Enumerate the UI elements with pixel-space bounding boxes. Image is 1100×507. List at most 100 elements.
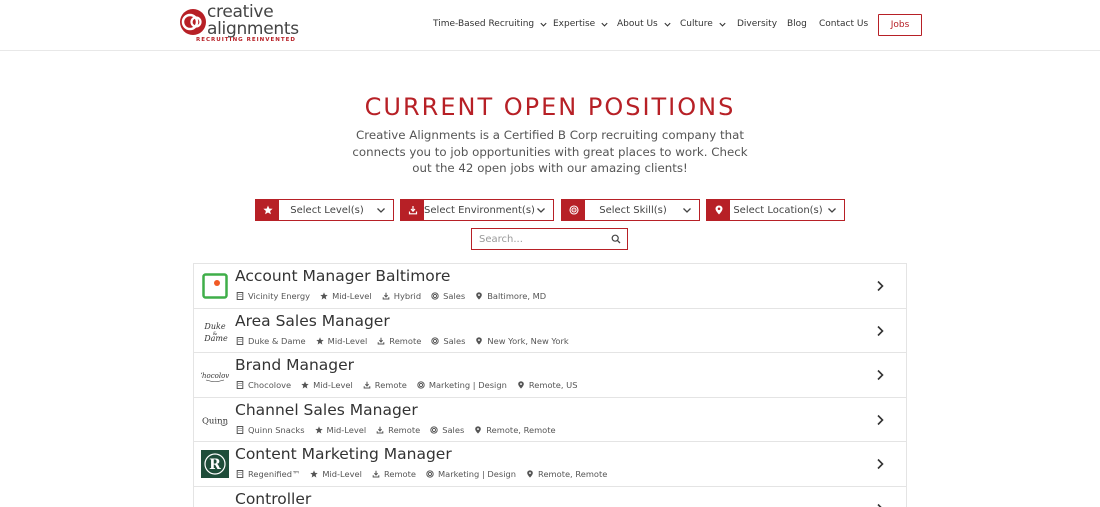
- level-filter-select[interactable]: Select Level(s): [255, 199, 394, 221]
- nav-label: Blog: [787, 19, 807, 29]
- job-location: Remote, Remote: [526, 469, 607, 479]
- vicinity-logo: [201, 272, 229, 300]
- chevron-right-icon[interactable]: [874, 457, 886, 471]
- pin-icon: [518, 381, 524, 389]
- chevron-down-icon: [540, 22, 547, 27]
- star-icon: [301, 381, 309, 389]
- job-meta: Regenified™ Mid-Level Remote Marketing |…: [236, 469, 617, 479]
- job-level: Mid-Level: [301, 380, 353, 390]
- job-level: Mid-Level: [315, 335, 368, 346]
- download-icon: [401, 200, 424, 220]
- job-title[interactable]: Channel Sales Manager: [235, 401, 418, 419]
- building-icon: [236, 336, 244, 345]
- search-icon[interactable]: [611, 234, 621, 244]
- job-row[interactable]: Duke & Dame Area Sales Manager Duke & Dame…: [194, 309, 906, 353]
- chevron-right-icon[interactable]: [874, 413, 886, 427]
- job-company: Duke & Dame: [236, 336, 306, 346]
- pin-icon: [476, 292, 483, 300]
- nav-label: Contact Us: [819, 19, 869, 29]
- star-icon: [315, 336, 324, 344]
- job-company-text: Chocolove: [248, 380, 292, 390]
- chevron-right-icon[interactable]: [874, 368, 886, 382]
- download-icon: [377, 337, 385, 345]
- logo-mark-icon: [180, 9, 206, 35]
- job-level: Mid-Level: [310, 469, 362, 479]
- job-location: Remote, Remote: [474, 425, 556, 435]
- job-list: Account Manager Baltimore Vicinity Energ…: [193, 263, 907, 507]
- environment-filter-select[interactable]: Select Environment(s): [400, 199, 554, 221]
- chevron-right-icon[interactable]: [874, 502, 886, 507]
- site-header: creative alignments RECRUITING REINVENTE…: [0, 0, 1100, 51]
- brand-tagline: RECRUITING REINVENTED: [196, 37, 296, 43]
- job-title[interactable]: Area Sales Manager: [235, 312, 390, 330]
- nav-culture[interactable]: Culture: [680, 19, 727, 29]
- job-level-text: Mid-Level: [327, 335, 368, 346]
- nav-time-based-recruiting[interactable]: Time-Based Recruiting: [433, 19, 548, 29]
- regenified-logo: R: [201, 450, 229, 478]
- download-icon: [376, 426, 384, 434]
- svg-text:Duke: Duke: [203, 322, 225, 331]
- building-icon: [236, 425, 244, 434]
- location-filter-select[interactable]: Select Location(s): [706, 199, 845, 221]
- job-row[interactable]: Controller: [194, 487, 906, 507]
- job-environment: Hybrid: [382, 291, 421, 301]
- nav-label: Expertise: [553, 19, 596, 29]
- job-level: Mid-Level: [320, 291, 372, 301]
- brand-logo[interactable]: creative alignments RECRUITING REINVENTE…: [179, 4, 299, 46]
- building-icon: [236, 470, 244, 478]
- chevron-down-icon: [683, 208, 691, 213]
- chevron-down-icon: [664, 22, 671, 27]
- nav-about-us[interactable]: About Us: [617, 19, 672, 29]
- job-level-text: Mid-Level: [322, 469, 362, 479]
- chevron-down-icon: [719, 22, 726, 27]
- job-title[interactable]: Content Marketing Manager: [235, 445, 452, 463]
- job-company-text: Duke & Dame: [248, 335, 306, 346]
- jobs-button[interactable]: Jobs: [878, 14, 922, 36]
- target-icon: [417, 381, 425, 389]
- nav-diversity[interactable]: Diversity: [737, 19, 777, 29]
- job-title[interactable]: Controller: [235, 490, 311, 507]
- job-skill: Sales: [431, 291, 465, 301]
- job-row[interactable]: Account Manager Baltimore Vicinity Energ…: [194, 264, 906, 309]
- job-title[interactable]: Brand Manager: [235, 356, 354, 374]
- job-skill-text: Sales: [443, 335, 466, 346]
- job-level: Mid-Level: [314, 425, 366, 435]
- job-skill: Sales: [430, 425, 464, 435]
- job-meta: Duke & Dame Mid-Level Remote Sales New Y…: [236, 336, 579, 346]
- nav-expertise[interactable]: Expertise: [553, 19, 609, 29]
- search-box: [471, 228, 628, 250]
- job-environment-text: Remote: [388, 424, 421, 435]
- job-row[interactable]: Quinn Channel Sales Manager Quinn Snacks…: [194, 398, 906, 442]
- chevron-right-icon[interactable]: [874, 279, 886, 293]
- job-meta: Vicinity Energy Mid-Level Hybrid Sales B…: [236, 291, 556, 301]
- nav-blog[interactable]: Blog: [787, 19, 807, 29]
- chevron-right-icon[interactable]: [874, 324, 886, 338]
- job-environment: Remote: [376, 425, 420, 435]
- target-icon: [562, 200, 585, 220]
- company-logo: [201, 495, 229, 507]
- job-company-text: Regenified™: [248, 469, 301, 479]
- job-row[interactable]: Chocolove Brand Manager Chocolove Mid-Le…: [194, 353, 906, 398]
- filter-label: Select Level(s): [290, 204, 364, 216]
- nav-label: Culture: [680, 19, 713, 29]
- job-title[interactable]: Account Manager Baltimore: [235, 267, 450, 285]
- job-row[interactable]: R Content Marketing Manager Regenified™ …: [194, 442, 906, 487]
- building-icon: [236, 292, 244, 300]
- duke-dame-logo: Duke & Dame: [201, 317, 229, 345]
- brand-name: creative alignments: [207, 4, 299, 38]
- search-input[interactable]: [472, 229, 611, 249]
- download-icon: [372, 470, 380, 478]
- pin-icon: [707, 200, 730, 220]
- svg-text:R: R: [209, 457, 221, 473]
- download-icon: [382, 292, 390, 300]
- job-location: New York, New York: [475, 336, 569, 346]
- skill-filter-select[interactable]: Select Skill(s): [561, 199, 700, 221]
- quinn-logo: Quinn: [201, 406, 229, 434]
- chocolove-logo: Chocolove: [201, 361, 229, 389]
- page-title: CURRENT OPEN POSITIONS: [364, 93, 736, 121]
- star-icon: [314, 425, 323, 433]
- building-icon: [236, 381, 244, 389]
- job-location: Baltimore, MD: [475, 291, 546, 301]
- nav-contact-us[interactable]: Contact Us: [819, 19, 868, 29]
- job-environment-text: Remote: [389, 335, 422, 346]
